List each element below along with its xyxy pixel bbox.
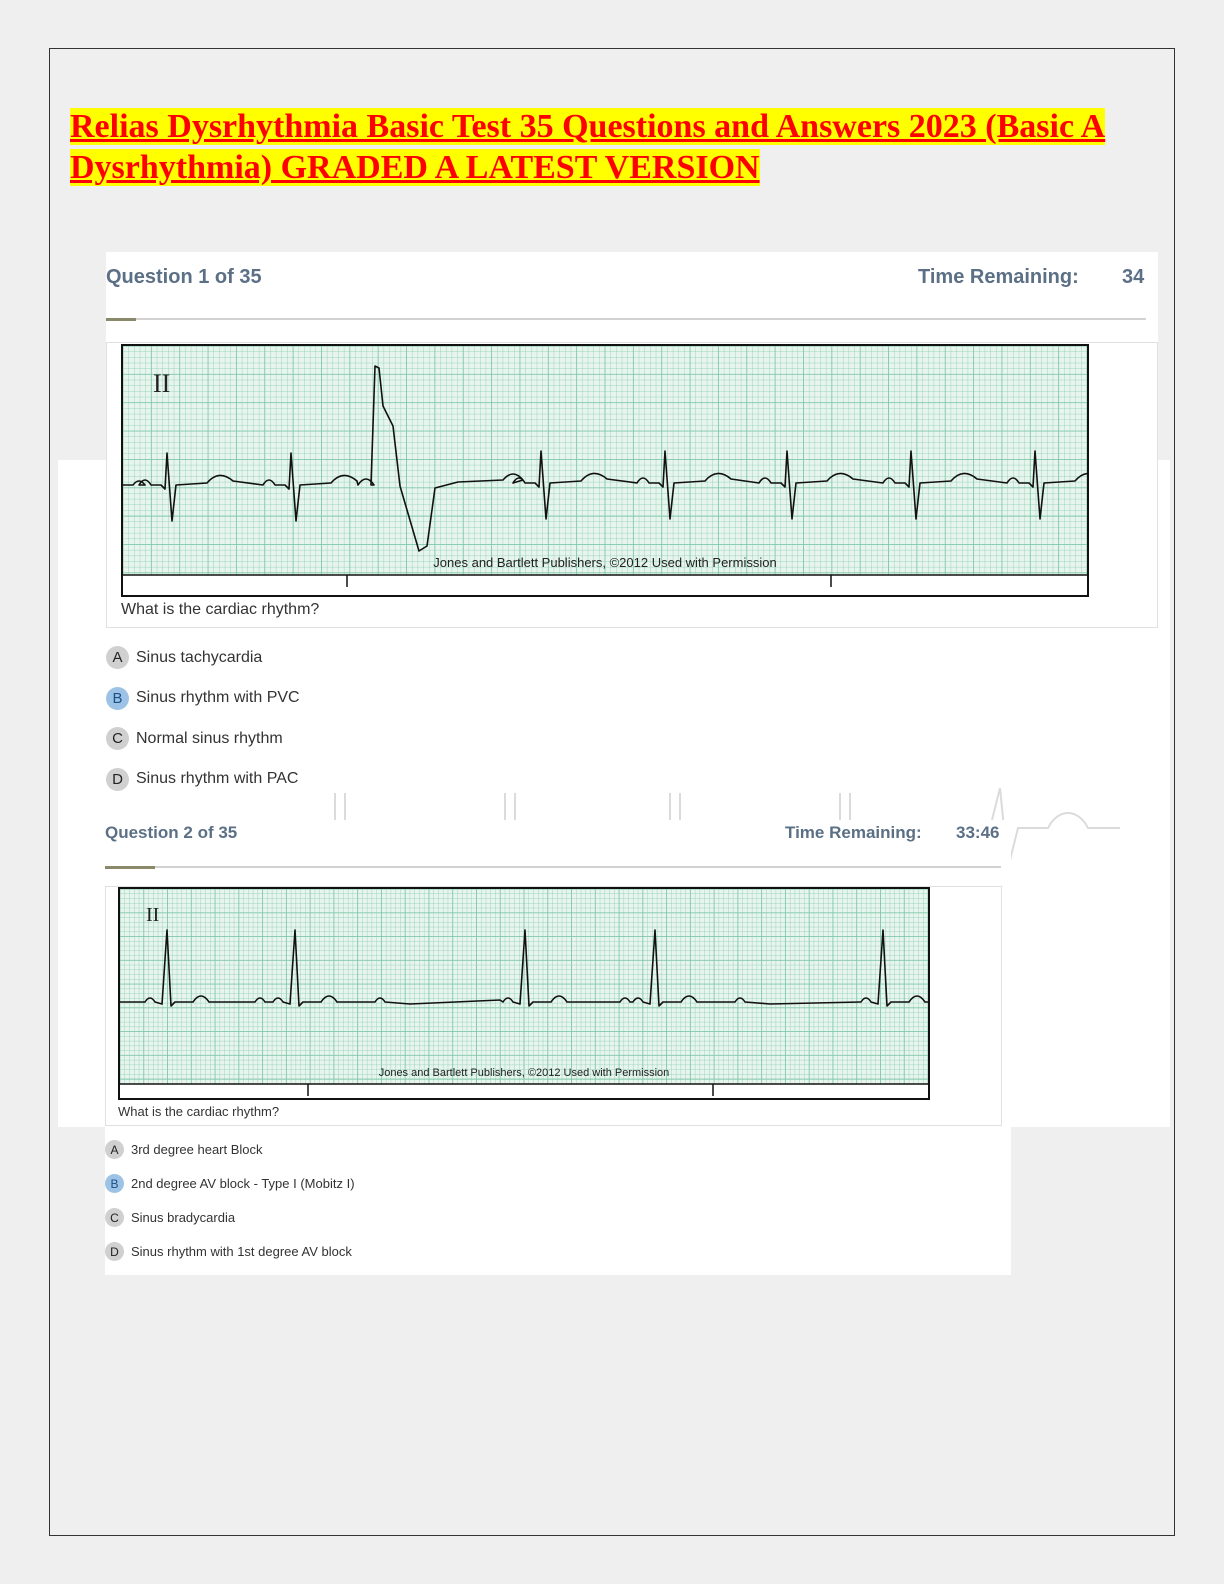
ecg-chart-1: II Jones and Bartlett Publishers, ©2012 U… — [123, 346, 1087, 587]
ecg-strip-2: II Jones and Bartlett Publishers, ©2012 U… — [118, 887, 930, 1100]
answer-option-a[interactable]: A Sinus tachycardia — [106, 646, 262, 669]
answer-option-b[interactable]: B Sinus rhythm with PVC — [106, 686, 300, 710]
ecg-lead-label: II — [146, 904, 159, 926]
progress-fill — [105, 866, 155, 869]
answer-option-a[interactable]: A 3rd degree heart Block — [105, 1140, 263, 1159]
ecg-strip-1: II Jones and Bartlett Publishers, ©2012 U… — [121, 344, 1089, 597]
time-remaining-label: Time Remaining: — [785, 823, 922, 842]
option-letter-badge[interactable]: B — [105, 1174, 124, 1193]
option-letter-badge[interactable]: C — [105, 1208, 124, 1227]
option-label: Normal sinus rhythm — [136, 729, 283, 747]
ecg-chart-2: II Jones and Bartlett Publishers, ©2012 U… — [120, 889, 928, 1096]
progress-track — [105, 866, 1001, 868]
option-label: Sinus bradycardia — [131, 1210, 236, 1225]
option-letter-badge[interactable]: B — [106, 686, 129, 710]
question-number: Question 2 of 35 — [105, 823, 238, 842]
answer-option-c[interactable]: C Normal sinus rhythm — [106, 727, 283, 750]
question-1-panel: Question 1 of 35 Time Remaining: 34 II Jo… — [106, 252, 1158, 807]
option-label: Sinus rhythm with PVC — [136, 689, 300, 706]
answer-option-d[interactable]: D Sinus rhythm with 1st degree AV block — [105, 1242, 352, 1261]
document-title: Relias Dysrhythmia Basic Test 35 Questio… — [70, 108, 1106, 186]
option-letter-badge[interactable]: A — [105, 1140, 124, 1159]
question-prompt: What is the cardiac rhythm? — [121, 601, 320, 618]
ecg-copyright: Jones and Bartlett Publishers, ©2012 Use… — [379, 1067, 670, 1079]
option-label: 2nd degree AV block - Type I (Mobitz I) — [131, 1176, 355, 1191]
option-label: Sinus rhythm with 1st degree AV block — [131, 1244, 352, 1259]
answer-option-c[interactable]: C Sinus bradycardia — [105, 1208, 235, 1227]
option-letter-badge[interactable]: D — [105, 1242, 124, 1261]
time-remaining-label: Time Remaining: — [918, 266, 1079, 288]
option-letter-badge[interactable]: D — [106, 767, 129, 791]
question-2-panel: Question 2 of 35 Time Remaining: 33:46 I… — [105, 820, 1011, 1275]
ecg-lead-label: II — [153, 369, 170, 398]
question-number: Question 1 of 35 — [106, 266, 262, 288]
time-remaining-value: 34 — [1122, 266, 1145, 288]
time-remaining-value: 33:46 — [956, 823, 1000, 842]
progress-fill — [106, 318, 136, 321]
option-letter-badge[interactable]: C — [106, 727, 129, 750]
option-label: Sinus tachycardia — [136, 648, 263, 666]
option-label: 3rd degree heart Block — [131, 1142, 263, 1157]
answer-option-b[interactable]: B 2nd degree AV block - Type I (Mobitz I) — [105, 1174, 355, 1193]
option-label: Sinus rhythm with PAC — [136, 770, 299, 787]
ecg-copyright: Jones and Bartlett Publishers, ©2012 Use… — [433, 555, 776, 570]
question-prompt: What is the cardiac rhythm? — [118, 1104, 280, 1119]
option-letter-badge[interactable]: A — [106, 646, 129, 669]
progress-track — [106, 318, 1146, 320]
